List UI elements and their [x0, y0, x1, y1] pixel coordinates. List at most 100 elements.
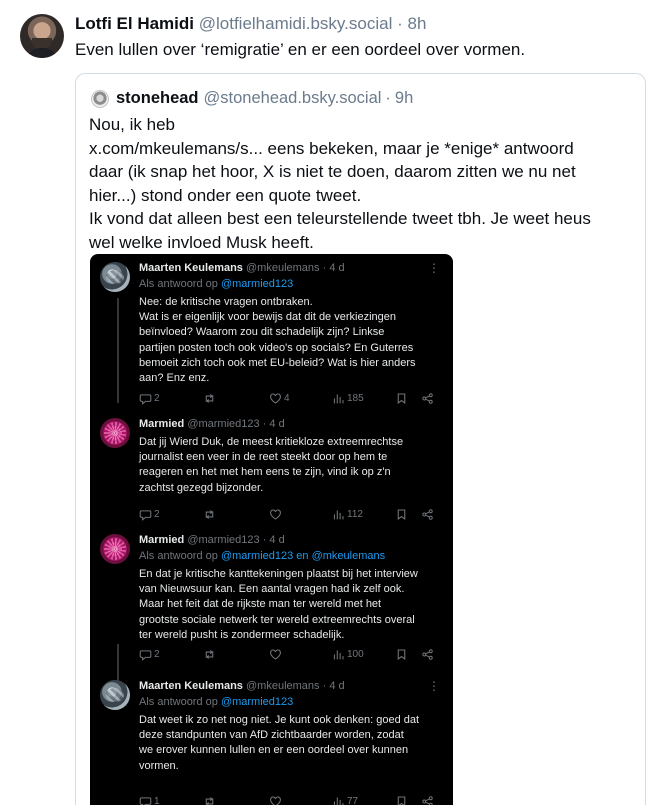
heart-icon: [270, 509, 281, 520]
separator-dot: ·: [385, 89, 391, 107]
post-text: Even lullen over ‘remigratie’ en er een …: [75, 40, 526, 59]
tweet-author-handle[interactable]: @mkeulemans: [246, 262, 320, 274]
author-avatar[interactable]: [20, 14, 64, 58]
like-action[interactable]: [269, 507, 282, 521]
repost-action[interactable]: [203, 794, 216, 805]
separator-dot: ·: [262, 534, 267, 546]
post-time[interactable]: 8h: [408, 14, 427, 33]
reply-context: Als antwoord op @marmied123: [139, 696, 293, 708]
repost-icon: [205, 796, 214, 805]
more-dots-icon[interactable]: ⋮: [428, 261, 440, 275]
tweet[interactable]: Maarten Keulemans @mkeulemans · 4 d ⋮ Al…: [90, 679, 453, 805]
like-action[interactable]: 4: [269, 391, 290, 405]
reply-action[interactable]: 2: [139, 391, 160, 405]
quote-author-handle[interactable]: @stonehead.bsky.social: [204, 89, 382, 108]
tweet-author-name[interactable]: Marmied: [139, 534, 184, 546]
reply-count: 2: [154, 648, 160, 660]
quote-time[interactable]: 9h: [395, 89, 413, 108]
separator-dot: ·: [322, 680, 327, 692]
reply-action[interactable]: 2: [139, 507, 160, 521]
heart-icon: [270, 649, 281, 660]
tweet-text-line: journalist een veer in de reet steekt do…: [139, 451, 388, 464]
views-count: 185: [347, 392, 364, 404]
quote-text-line: wel welke invloed Musk heeft.: [89, 232, 314, 252]
views-action[interactable]: 112: [332, 507, 363, 521]
separator-dot: ·: [262, 418, 267, 430]
bluesky-post: Lotfi El Hamidi @lotfielhamidi.bsky.soci…: [0, 0, 661, 805]
heart-icon: [270, 796, 281, 805]
like-action[interactable]: [269, 794, 282, 805]
tweet-header: Marmied @marmied123 · 4 d: [139, 418, 285, 430]
reply-mention[interactable]: @marmied123: [221, 696, 293, 708]
reply-icon: [139, 649, 152, 661]
author-handle[interactable]: @lotfielhamidi.bsky.social: [199, 14, 393, 33]
repost-action[interactable]: [203, 507, 216, 521]
tweet-avatar[interactable]: [100, 262, 130, 292]
tweet-text-line: bemoeit zich toch ook met EU-beleid? Wat…: [139, 356, 416, 369]
bookmark-icon: [397, 509, 406, 520]
views-count: 100: [347, 648, 364, 660]
bookmark-action[interactable]: [395, 391, 408, 405]
bookmark-icon: [397, 649, 406, 660]
reply-count: 2: [154, 508, 160, 520]
heart-icon: [270, 393, 281, 404]
reply-action[interactable]: 1: [139, 794, 160, 805]
reply-mention[interactable]: @marmied123 en @mkeulemans: [221, 550, 385, 562]
tweet-time[interactable]: 4 d: [269, 418, 284, 430]
tweet[interactable]: Marmied @marmied123 · 4 d Dat jij Wierd …: [90, 418, 453, 521]
reply-prefix: Als antwoord op: [139, 550, 221, 562]
reply-prefix: Als antwoord op: [139, 696, 221, 708]
quoted-post[interactable]: stonehead @stonehead.bsky.social · 9h No…: [75, 73, 646, 805]
repost-action[interactable]: [203, 391, 218, 405]
tweet[interactable]: Maarten Keulemans @mkeulemans · 4 d ⋮ Al…: [90, 261, 453, 405]
views-chart-icon: [333, 393, 344, 403]
repost-icon: [205, 649, 214, 659]
tweet-text-line: Wat is er eigenlijk voor bewijs dat dit …: [139, 311, 396, 324]
reply-action[interactable]: 2: [139, 647, 160, 661]
tweet-author-name[interactable]: Marmied: [139, 418, 184, 430]
views-count: 112: [347, 508, 363, 520]
embedded-screenshot[interactable]: Maarten Keulemans @mkeulemans · 4 d ⋮ Al…: [90, 254, 453, 805]
tweet-author-handle[interactable]: @marmied123: [187, 418, 259, 430]
more-dots-icon[interactable]: ⋮: [428, 679, 440, 693]
tweet-actions: 2 4 185: [139, 391, 439, 405]
bookmark-action[interactable]: [395, 794, 408, 805]
tweet-text-line: van Nieuwsuur kan. Een aantal vragen had…: [139, 583, 405, 596]
tweet-avatar[interactable]: [100, 534, 130, 564]
tweet-avatar[interactable]: [100, 680, 130, 710]
quote-author-avatar[interactable]: [91, 89, 109, 108]
views-action[interactable]: 185: [332, 391, 364, 405]
quote-text-line: Nou, ik heb: [89, 115, 175, 134]
tweet-author-name[interactable]: Maarten Keulemans: [139, 680, 243, 692]
share-action[interactable]: [421, 507, 434, 521]
reply-icon: [139, 509, 152, 521]
tweet-avatar[interactable]: [100, 418, 130, 448]
views-action[interactable]: 100: [332, 647, 364, 661]
tweet-author-name[interactable]: Maarten Keulemans: [139, 262, 243, 274]
views-action[interactable]: 77: [332, 794, 358, 805]
repost-icon: [205, 509, 214, 519]
quote-author-name[interactable]: stonehead: [116, 89, 199, 108]
tweet-author-handle[interactable]: @marmied123: [187, 534, 259, 546]
share-icon: [422, 392, 433, 404]
like-action[interactable]: [269, 647, 282, 661]
share-action[interactable]: [421, 391, 434, 405]
bookmark-action[interactable]: [395, 507, 408, 521]
share-action[interactable]: [421, 794, 434, 805]
author-name[interactable]: Lotfi El Hamidi: [75, 14, 194, 33]
tweet[interactable]: Marmied @marmied123 · 4 d Als antwoord o…: [90, 534, 453, 661]
tweet-header: Maarten Keulemans @mkeulemans · 4 d: [139, 680, 345, 692]
repost-action[interactable]: [203, 647, 216, 661]
tweet-author-handle[interactable]: @mkeulemans: [246, 680, 320, 692]
tweet-text-line: grootste sociale netwerk ter wereld extr…: [139, 613, 415, 626]
tweet-text-line: Dat jij Wierd Duk, de meest kritiekloze …: [139, 436, 404, 448]
share-action[interactable]: [421, 647, 434, 661]
quote-header: stonehead @stonehead.bsky.social · 9h: [91, 89, 413, 108]
tweet-time[interactable]: 4 d: [269, 534, 284, 546]
tweet-time[interactable]: 4 d: [329, 262, 344, 274]
separator-dot: ·: [322, 262, 327, 274]
bookmark-action[interactable]: [395, 647, 408, 661]
tweet-header: Maarten Keulemans @mkeulemans · 4 d: [139, 262, 345, 274]
tweet-time[interactable]: 4 d: [329, 680, 344, 692]
reply-mention[interactable]: @marmied123: [221, 278, 293, 290]
